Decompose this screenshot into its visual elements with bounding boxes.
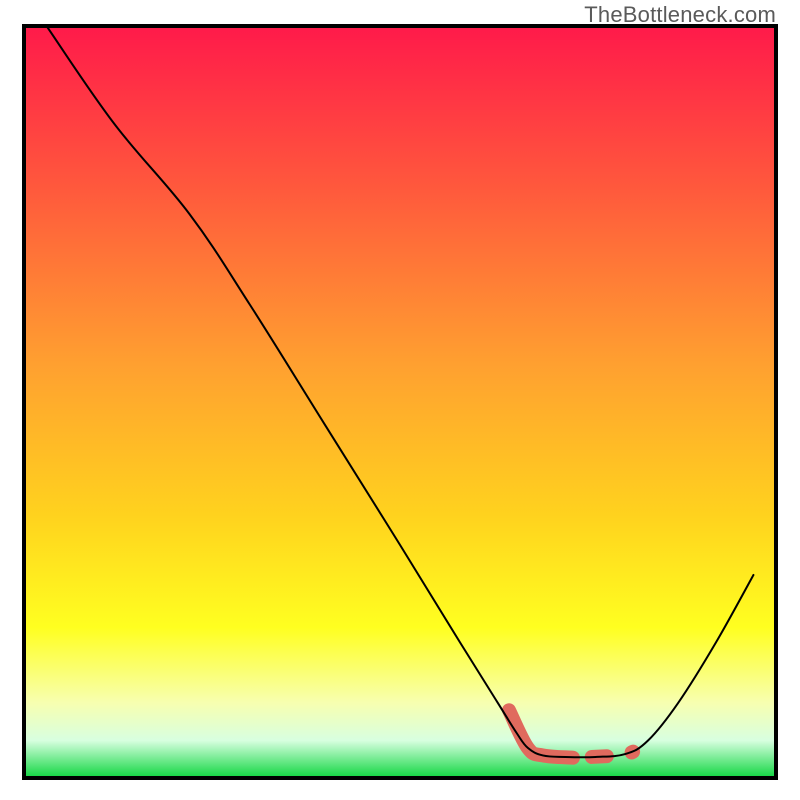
chart-container: TheBottleneck.com (0, 0, 800, 800)
bottleneck-chart (0, 0, 800, 800)
gradient-background (24, 26, 776, 778)
watermark-text: TheBottleneck.com (584, 2, 776, 28)
